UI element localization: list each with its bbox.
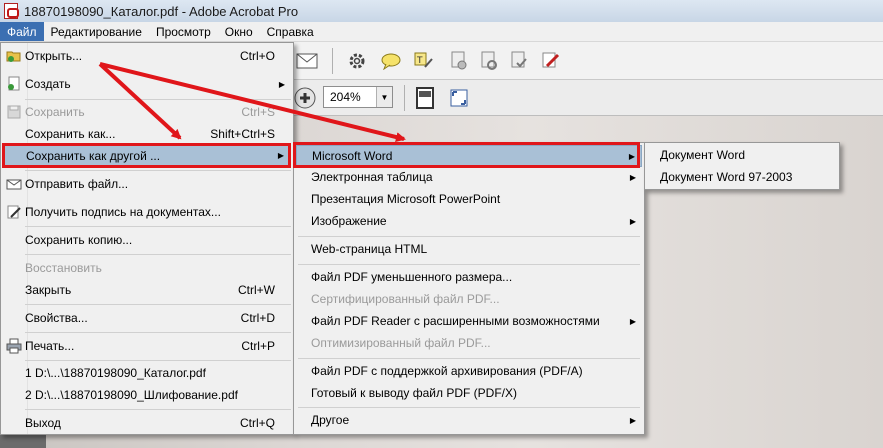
annotation-arrow	[99, 62, 406, 142]
annotation-arrows	[98, 62, 406, 142]
